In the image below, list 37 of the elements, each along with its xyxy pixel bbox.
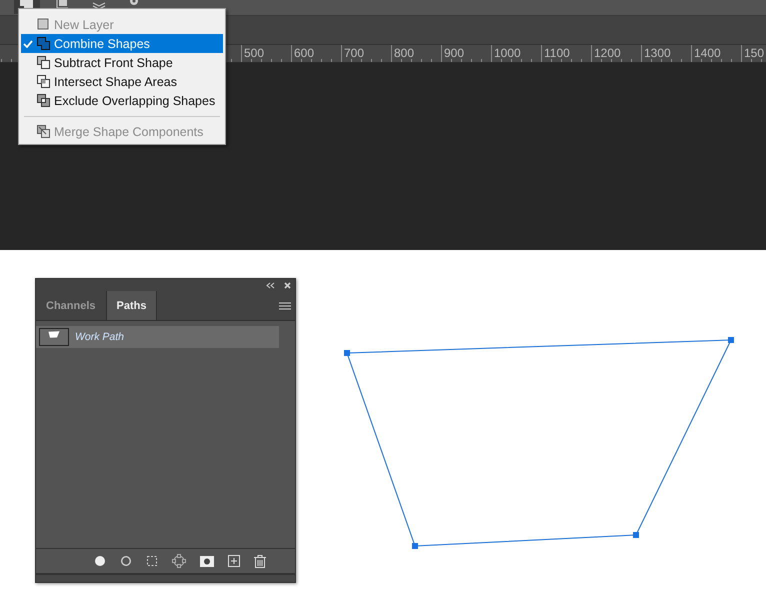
menu-icon[interactable] xyxy=(279,302,291,310)
ruler-label: 1000 xyxy=(491,45,541,62)
fill-path-icon[interactable] xyxy=(94,555,106,567)
ruler-label: 800 xyxy=(391,45,441,62)
stroke-path-icon[interactable] xyxy=(120,555,132,567)
ruler-label: 1300 xyxy=(641,45,691,62)
path-name: Work Path xyxy=(75,331,124,343)
align-icon xyxy=(56,0,70,10)
path-thumbnail xyxy=(39,328,69,346)
panel-tab[interactable]: Paths xyxy=(106,291,158,320)
work-path-icon[interactable] xyxy=(172,554,186,568)
combine-icon xyxy=(36,36,51,51)
path-row[interactable]: Work Path xyxy=(36,326,279,348)
layers-icon xyxy=(91,0,107,10)
exclude-icon xyxy=(36,93,51,108)
mask-icon[interactable] xyxy=(200,556,214,566)
collapse-icon[interactable] xyxy=(266,282,275,288)
intersect-icon xyxy=(36,74,51,89)
ruler-label: 150 xyxy=(741,45,766,62)
new-layer-icon xyxy=(36,17,51,32)
ruler-label: 1200 xyxy=(591,45,641,62)
ruler-label: 700 xyxy=(341,45,391,62)
menu-item[interactable]: Exclude Overlapping Shapes xyxy=(21,91,223,110)
ruler-label: 900 xyxy=(441,45,491,62)
ruler-label: 1400 xyxy=(691,45,741,62)
ruler-label: 600 xyxy=(291,45,341,62)
menu-item[interactable]: Combine Shapes xyxy=(21,34,223,53)
trash-icon[interactable] xyxy=(254,554,266,568)
subtract-icon xyxy=(36,55,51,70)
menu-item[interactable]: Intersect Shape Areas xyxy=(21,72,223,91)
menu-item[interactable]: Subtract Front Shape xyxy=(21,53,223,72)
ruler-label: 1100 xyxy=(541,45,591,62)
close-icon[interactable] xyxy=(284,282,291,288)
merge-icon xyxy=(36,124,51,139)
ruler-label: 500 xyxy=(241,45,291,62)
selection-icon[interactable] xyxy=(146,555,158,567)
add-icon[interactable] xyxy=(228,555,240,567)
